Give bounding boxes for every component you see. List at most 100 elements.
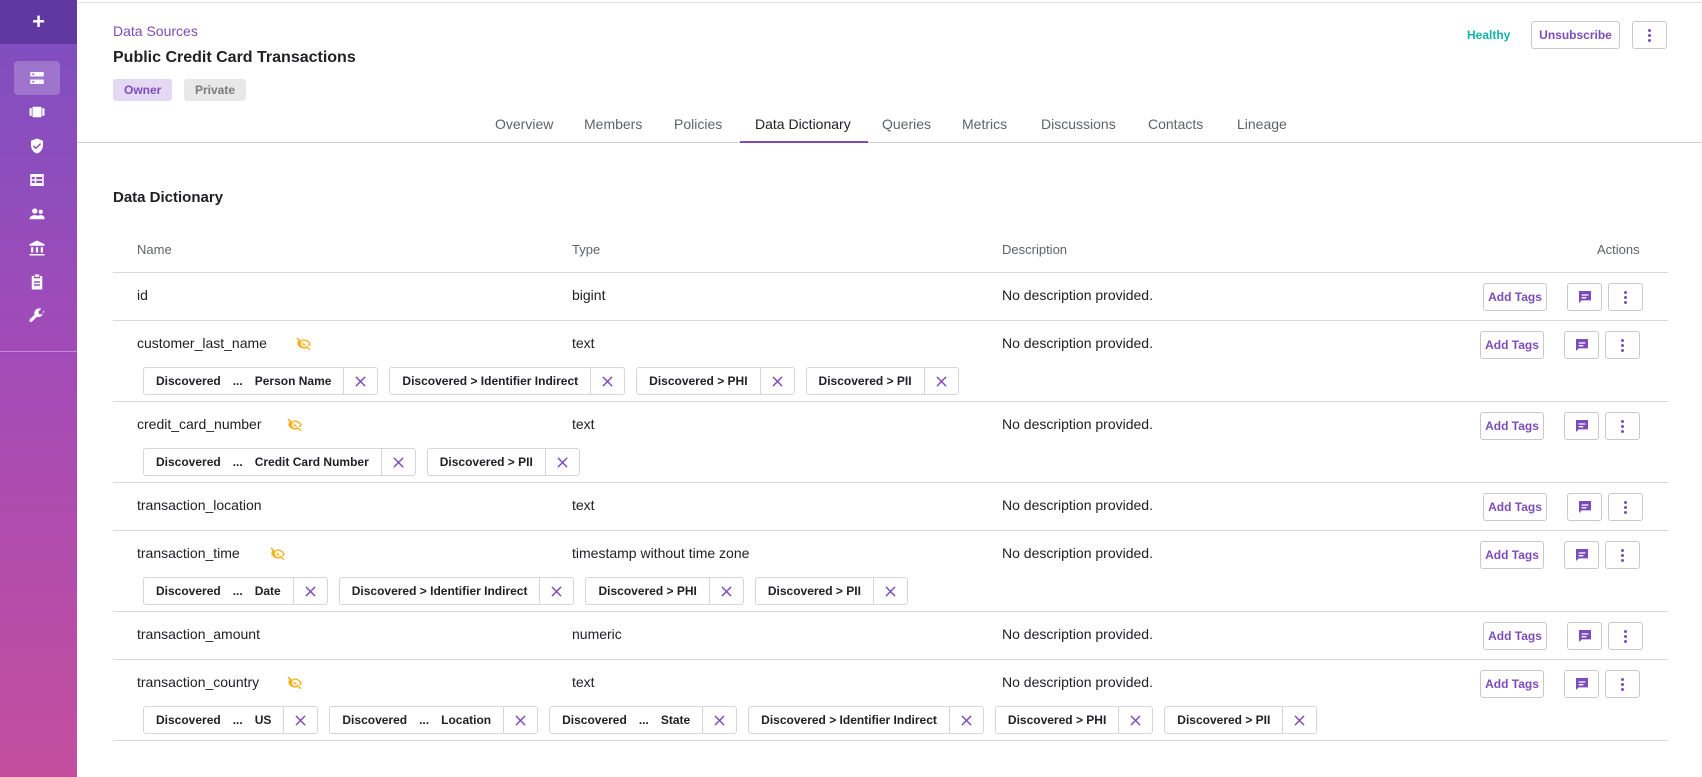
masked-visibility-off-icon[interactable]	[286, 416, 304, 434]
row-more-options-button[interactable]	[1605, 412, 1640, 440]
unsubscribe-button[interactable]: Unsubscribe	[1531, 21, 1620, 49]
remove-tag-close-icon[interactable]	[948, 707, 983, 733]
tab-members[interactable]: Members	[584, 116, 642, 142]
remove-tag-close-icon[interactable]	[503, 707, 537, 733]
masked-visibility-off-icon[interactable]	[269, 545, 287, 563]
row-more-options-button[interactable]	[1608, 493, 1643, 521]
row-more-options-button[interactable]	[1605, 541, 1640, 569]
more-options-button[interactable]	[1632, 21, 1667, 49]
add-tags-button[interactable]: Add Tags	[1480, 541, 1544, 569]
tab-discussions[interactable]: Discussions	[1041, 116, 1116, 142]
comment-button[interactable]	[1564, 331, 1599, 359]
comment-icon	[1574, 676, 1590, 692]
remove-tag-close-icon[interactable]	[283, 707, 317, 733]
comment-button[interactable]	[1567, 493, 1602, 521]
add-tags-button[interactable]: Add Tags	[1483, 493, 1547, 521]
comment-icon	[1574, 337, 1590, 353]
remove-tag-close-icon[interactable]	[380, 449, 415, 475]
database-icon[interactable]	[14, 61, 60, 95]
more-vert-icon	[1621, 419, 1624, 433]
remove-tag-close-icon[interactable]	[590, 368, 624, 394]
remove-tag-close-icon[interactable]	[702, 707, 736, 733]
tag-text: Discovered > PHI	[649, 374, 748, 388]
masked-visibility-off-icon[interactable]	[295, 335, 313, 353]
tag-label: Discovered... Date	[144, 578, 293, 604]
tab-overview[interactable]: Overview	[495, 116, 553, 142]
tag-chip[interactable]: Discovered > PII	[805, 367, 959, 395]
table-icon[interactable]	[14, 163, 60, 197]
tag-chip[interactable]: Discovered > PHI	[585, 577, 744, 605]
tag-label: Discovered... Person Name	[144, 368, 343, 394]
comment-button[interactable]	[1564, 412, 1599, 440]
tag-chip[interactable]: Discovered > Identifier Indirect	[338, 577, 575, 605]
add-tags-button[interactable]: Add Tags	[1483, 622, 1547, 650]
tag-prefix: Discovered	[156, 584, 221, 598]
tag-label: Discovered > Identifier Indirect	[340, 578, 540, 604]
tag-text: Discovered > Identifier Indirect	[402, 374, 579, 388]
tag-chip[interactable]: Discovered... US	[143, 706, 319, 734]
remove-tag-close-icon[interactable]	[1282, 707, 1316, 733]
tag-chip[interactable]: Discovered > PII	[754, 577, 908, 605]
tab-queries[interactable]: Queries	[882, 116, 931, 142]
tag-suffix: Person Name	[254, 374, 332, 388]
column-name: transaction_amount	[137, 626, 260, 642]
column-header-description: Description	[1002, 242, 1068, 257]
add-button[interactable]: +	[0, 0, 77, 44]
comment-button[interactable]	[1564, 541, 1599, 569]
owner-badge: Owner	[113, 79, 173, 101]
remove-tag-close-icon[interactable]	[292, 578, 327, 604]
clipboard-icon[interactable]	[14, 265, 60, 299]
bank-icon[interactable]	[14, 231, 60, 265]
remove-tag-close-icon[interactable]	[539, 578, 573, 604]
data-dictionary-table: Name Type Description Actions id bigint No…	[113, 230, 1668, 741]
tag-prefix: Discovered	[156, 374, 221, 388]
remove-tag-close-icon[interactable]	[872, 578, 907, 604]
tag-chip[interactable]: Discovered > Identifier Indirect	[389, 367, 626, 395]
row-more-options-button[interactable]	[1608, 622, 1643, 650]
more-vert-icon	[1621, 677, 1624, 691]
people-icon[interactable]	[14, 197, 60, 231]
remove-tag-close-icon[interactable]	[708, 578, 743, 604]
tag-chip[interactable]: Discovered... Date	[143, 577, 328, 605]
row-more-options-button[interactable]	[1605, 331, 1640, 359]
tag-list: Discovered... Date Discovered > Identifier…	[143, 577, 908, 605]
masked-visibility-off-icon[interactable]	[286, 674, 304, 692]
tag-chip[interactable]: Discovered... Credit Card Number	[143, 448, 416, 476]
shield-check-icon[interactable]	[14, 129, 60, 163]
tag-chip[interactable]: Discovered > PII	[426, 448, 580, 476]
remove-tag-close-icon[interactable]	[544, 449, 579, 475]
tag-chip[interactable]: Discovered > PII	[1164, 706, 1318, 734]
row-more-options-button[interactable]	[1605, 670, 1640, 698]
tab-lineage[interactable]: Lineage	[1237, 116, 1287, 142]
tag-chip[interactable]: Discovered > Identifier Indirect	[748, 706, 984, 734]
tab-contacts[interactable]: Contacts	[1148, 116, 1203, 142]
remove-tag-close-icon[interactable]	[1118, 707, 1152, 733]
tab-policies[interactable]: Policies	[674, 116, 722, 142]
column-description: No description provided.	[1002, 545, 1153, 561]
tag-chip[interactable]: Discovered > PHI	[636, 367, 795, 395]
add-tags-button[interactable]: Add Tags	[1480, 670, 1544, 698]
tag-prefix: Discovered	[342, 713, 408, 727]
comment-button[interactable]	[1564, 670, 1599, 698]
add-tags-button[interactable]: Add Tags	[1480, 412, 1544, 440]
remove-tag-close-icon[interactable]	[343, 368, 377, 394]
comment-button[interactable]	[1567, 283, 1602, 311]
wrench-icon[interactable]	[14, 299, 60, 333]
add-tags-button[interactable]: Add Tags	[1483, 283, 1547, 311]
remove-tag-close-icon[interactable]	[759, 368, 794, 394]
remove-tag-close-icon[interactable]	[923, 368, 958, 394]
tag-chip[interactable]: Discovered... Person Name	[143, 367, 379, 395]
tag-suffix: Date	[254, 584, 281, 598]
more-vert-icon	[1624, 500, 1627, 514]
tag-ellipsis: ...	[232, 374, 243, 388]
row-more-options-button[interactable]	[1608, 283, 1643, 311]
add-tags-button[interactable]: Add Tags	[1480, 331, 1544, 359]
breadcrumb[interactable]: Data Sources	[113, 23, 198, 39]
tab-data-dictionary[interactable]: Data Dictionary	[755, 116, 851, 142]
tab-metrics[interactable]: Metrics	[962, 116, 1007, 142]
projects-icon[interactable]	[14, 95, 60, 129]
tag-chip[interactable]: Discovered... Location	[329, 706, 539, 734]
comment-button[interactable]	[1567, 622, 1602, 650]
tag-chip[interactable]: Discovered > PHI	[994, 706, 1154, 734]
tag-chip[interactable]: Discovered... State	[549, 706, 738, 734]
